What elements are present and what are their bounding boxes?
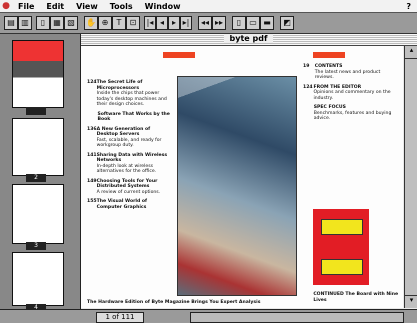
right-contents-column: 19 CONTENTS The latest news and product re… [303, 64, 399, 126]
menu-window[interactable]: Window [139, 2, 187, 11]
left-header-bar [163, 52, 195, 58]
scroll-down-arrow-icon[interactable]: ▾ [405, 295, 417, 308]
thumbnail-page[interactable] [12, 184, 64, 244]
entry-number: 124 [87, 80, 97, 85]
entry-number [303, 292, 313, 303]
window-title: byte pdf [223, 34, 274, 43]
zoom-icon[interactable]: ⊕ [98, 16, 112, 30]
entry-number: 141 [87, 152, 97, 158]
entry-body: Inside the chips that power today's desk… [96, 91, 167, 107]
thumbnail-label [26, 107, 46, 115]
entry-number [303, 105, 314, 122]
fit-width-icon[interactable]: ▬ [260, 16, 274, 30]
go-forward-icon[interactable]: ▸▸ [212, 16, 226, 30]
chip-graphic [321, 259, 363, 275]
entry-number: 155 [87, 199, 97, 204]
status-bar: 1 of 111 [0, 309, 417, 323]
open-icon[interactable]: ▤ [4, 16, 18, 30]
contents-entry[interactable]: 149 Choosing Tools for Your Distributed S… [87, 179, 173, 196]
thumbnail-label: 2 [26, 174, 46, 182]
crop-icon[interactable]: ⊡ [126, 16, 140, 30]
entry-title: The Visual World of Computer Graphics [96, 199, 147, 210]
contents-entry[interactable]: 155 The Visual World of Computer Graphics [87, 199, 173, 210]
contents-entry[interactable]: Software That Works by the Book [87, 112, 173, 123]
horizontal-scrollbar[interactable] [190, 312, 404, 323]
first-page-icon[interactable]: |◂ [144, 16, 156, 30]
menu-file[interactable]: File [12, 2, 40, 11]
actual-size-icon[interactable]: ▯ [232, 16, 246, 30]
menu-view[interactable]: View [70, 2, 104, 11]
entry-body: In-depth look at wireless alternatives f… [96, 163, 157, 175]
contents-entry[interactable]: 141 Sharing Data with Wireless Networks In… [87, 153, 173, 175]
thumbnail-page[interactable] [12, 118, 64, 176]
document-page: 124 The Secret Life of Microprocessors Ins… [81, 46, 403, 308]
entry-body: A review of current options. [96, 189, 161, 195]
thumbnail-label: 3 [26, 242, 46, 250]
prev-page-icon[interactable]: ◂ [156, 16, 168, 30]
text-select-icon[interactable]: T [112, 16, 126, 30]
page-only-icon[interactable]: ▯ [36, 16, 50, 30]
page-footer-line: The Hardware Edition of Byte Magazine Br… [87, 300, 261, 305]
entry-title: Sharing Data with Wireless Networks [96, 152, 168, 164]
menu-edit[interactable]: Edit [40, 2, 70, 11]
apple-menu-icon[interactable]: ● [0, 1, 12, 11]
menu-tools[interactable]: Tools [104, 2, 139, 11]
circuit-board-image [313, 209, 369, 285]
entry-body: Opinions and commentary on the industry. [313, 90, 391, 101]
chip-graphic [321, 219, 363, 235]
hand-tool-icon[interactable]: ✋ [84, 16, 98, 30]
help-icon[interactable]: ? [406, 2, 417, 11]
entry-body: The latest news and product reviews. [314, 69, 381, 81]
last-page-icon[interactable]: ▸| [180, 16, 192, 30]
entry-number: 136 [87, 126, 97, 132]
contents-entry[interactable]: 19 CONTENTS The latest news and product re… [303, 64, 399, 81]
print-icon[interactable]: ▥ [18, 16, 32, 30]
entry-title: A New Generation of Desktop Servers [96, 126, 151, 138]
bottom-right-entry[interactable]: CONTINUED The Board with Nine Lives [303, 292, 399, 307]
vertical-scrollbar[interactable]: ▴ ▾ [404, 46, 417, 308]
left-contents-column: 124 The Secret Life of Microprocessors Ins… [87, 80, 173, 214]
thumbnail-page[interactable] [12, 40, 64, 108]
thumbnail-pane: 2 3 4 [0, 34, 81, 312]
entry-number: 149 [87, 178, 97, 184]
menu-bar: ● File Edit View Tools Window ? [0, 0, 417, 13]
scroll-up-arrow-icon[interactable]: ▴ [405, 46, 417, 59]
next-page-icon[interactable]: ▸ [168, 16, 180, 30]
entry-body: Benchmarks, features and buying advice. [313, 110, 392, 122]
toolbar: ▤ ▥ ▯ ▦ ▧ ✋ ⊕ T ⊡ |◂ ◂ ▸ ▸| ◂◂ ▸▸ ▯ ▭ ▬ … [0, 13, 417, 34]
entry-number [87, 112, 97, 123]
entry-title: Software That Works by the Book [97, 111, 170, 123]
bookmarks-icon[interactable]: ▧ [64, 16, 78, 30]
thumbnails-icon[interactable]: ▦ [50, 16, 64, 30]
find-icon[interactable]: ◩ [280, 16, 294, 30]
entry-number: 19 [303, 64, 310, 69]
contents-entry[interactable]: 124 FROM THE EDITOR Opinions and commentar… [303, 85, 399, 102]
fit-page-icon[interactable]: ▭ [246, 16, 260, 30]
thumbnail-page[interactable] [12, 252, 64, 306]
entry-title: CONTINUED The Board with Nine Lives [313, 292, 399, 303]
page-indicator[interactable]: 1 of 111 [96, 312, 144, 323]
entry-body: Fast, scalable, and ready for workgroup … [96, 137, 162, 149]
right-header-bar [313, 52, 345, 58]
entry-title: Choosing Tools for Your Distributed Syst… [96, 178, 158, 190]
entry-number: 124 [303, 84, 313, 90]
cover-photo [177, 76, 297, 296]
entry-title: The Secret Life of Microprocessors [96, 80, 143, 91]
window-title-bar[interactable]: byte pdf [80, 34, 417, 46]
contents-entry[interactable]: SPEC FOCUS Benchmarks, features and buyin… [303, 105, 399, 122]
go-back-icon[interactable]: ◂◂ [198, 16, 212, 30]
contents-entry[interactable]: 124 The Secret Life of Microprocessors Ins… [87, 80, 173, 108]
contents-entry[interactable]: 136 A New Generation of Desktop Servers Fa… [87, 127, 173, 149]
